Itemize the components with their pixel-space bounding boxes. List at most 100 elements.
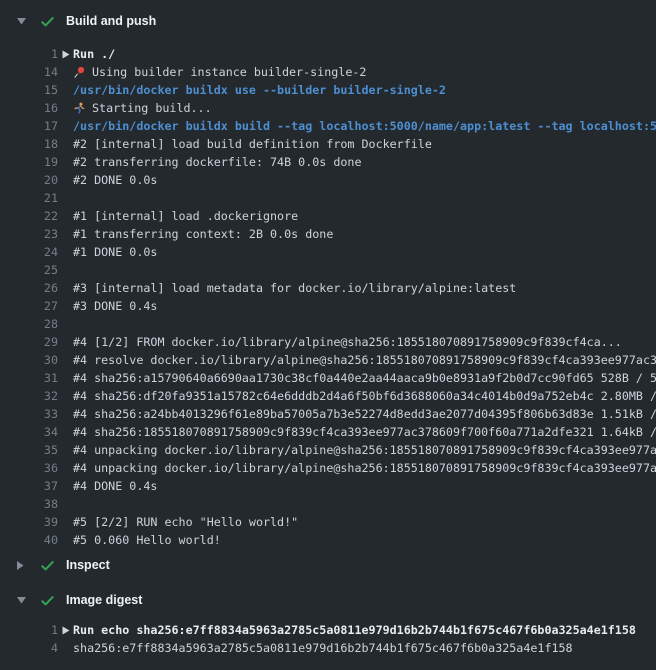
line-number[interactable]: 38 <box>0 495 58 513</box>
line-number[interactable]: 31 <box>0 369 58 387</box>
log-line: 28 <box>0 315 656 333</box>
line-number[interactable]: 14 <box>0 63 58 81</box>
log-line: 17/usr/bin/docker buildx build --tag loc… <box>0 117 656 135</box>
log-text: Run echo sha256:e7ff8834a5963a2785c5a081… <box>73 621 636 639</box>
line-number[interactable]: 16 <box>0 99 58 117</box>
log-line-content: /usr/bin/docker buildx build --tag local… <box>62 117 656 135</box>
line-number[interactable]: 39 <box>0 513 58 531</box>
line-number[interactable]: 20 <box>0 171 58 189</box>
chevron-down-icon[interactable] <box>17 597 29 604</box>
log-line: 27#3 DONE 0.4s <box>0 297 656 315</box>
line-number[interactable]: 1 <box>0 45 58 63</box>
line-number[interactable]: 1 <box>0 621 58 639</box>
log-text: #5 0.060 Hello world! <box>73 531 221 549</box>
log-line-content: #4 unpacking docker.io/library/alpine@sh… <box>62 441 656 459</box>
line-number[interactable]: 21 <box>0 189 58 207</box>
log-line-content: Using builder instance builder-single-2 <box>62 63 366 81</box>
log-text: #3 [internal] load metadata for docker.i… <box>73 279 516 297</box>
log-line: 15/usr/bin/docker buildx use --builder b… <box>0 81 656 99</box>
log-text: #4 sha256:df20fa9351a15782c64e6dddb2d4a6… <box>73 387 656 405</box>
log-line-content: #4 sha256:df20fa9351a15782c64e6dddb2d4a6… <box>62 387 656 405</box>
log-text: #4 [1/2] FROM docker.io/library/alpine@s… <box>73 333 622 351</box>
log-line-content: #5 0.060 Hello world! <box>62 531 221 549</box>
line-number[interactable]: 27 <box>0 297 58 315</box>
log-line-content: #4 resolve docker.io/library/alpine@sha2… <box>62 351 656 369</box>
log-section-build-and-push: Build and push 1 Run ./ 14 Using builder ins… <box>0 12 656 549</box>
expand-run-icon[interactable] <box>62 50 73 59</box>
log-line: 1 Run ./ <box>0 45 656 63</box>
log-text: Using builder instance builder-single-2 <box>92 63 366 81</box>
line-number[interactable]: 23 <box>0 225 58 243</box>
log-line: 35 #4 unpacking docker.io/library/alpine@… <box>0 441 656 459</box>
line-number[interactable]: 17 <box>0 117 58 135</box>
line-number[interactable]: 29 <box>0 333 58 351</box>
log-line-content: #4 sha256:a24bb4013296f61e89ba57005a7b3e… <box>62 405 656 423</box>
log-text: /usr/bin/docker buildx use --builder bui… <box>73 81 446 99</box>
log-text: sha256:e7ff8834a5963a2785c5a0811e979d16b… <box>73 639 573 657</box>
log-line-content: #4 unpacking docker.io/library/alpine@sh… <box>62 459 656 477</box>
log-text: #1 transferring context: 2B 0.0s done <box>73 225 333 243</box>
log-line: 25 <box>0 261 656 279</box>
section-title: Image digest <box>66 593 142 607</box>
line-number[interactable]: 36 <box>0 459 58 477</box>
section-content-image-digest: 1 Run echo sha256:e7ff8834a5963a2785c5a08… <box>0 621 656 657</box>
log-line-content <box>62 189 73 207</box>
pushpin-icon <box>73 66 92 79</box>
runner-icon <box>73 102 92 115</box>
line-number[interactable]: 37 <box>0 477 58 495</box>
line-number[interactable]: 24 <box>0 243 58 261</box>
workflow-log: Build and push1Run ./14Using builder ins… <box>0 12 656 657</box>
log-text: #4 DONE 0.4s <box>73 477 157 495</box>
log-line-content <box>62 261 73 279</box>
section-title: Build and push <box>66 14 156 28</box>
log-text: #1 DONE 0.0s <box>73 243 157 261</box>
log-line-content: #4 DONE 0.4s <box>62 477 157 495</box>
line-number[interactable]: 40 <box>0 531 58 549</box>
chevron-right-icon[interactable] <box>17 561 29 570</box>
log-text: #4 sha256:185518070891758909c9f839cf4ca3… <box>73 423 656 441</box>
line-number[interactable]: 35 <box>0 441 58 459</box>
log-line: 19 #2 transferring dockerfile: 74B 0.0s d… <box>0 153 656 171</box>
section-header-build-and-push[interactable]: Build and push <box>0 12 656 30</box>
line-number[interactable]: 18 <box>0 135 58 153</box>
log-line: 40 #5 0.060 Hello world! <box>0 531 656 549</box>
log-line: 4 sha256:e7ff8834a5963a2785c5a0811e979d16… <box>0 639 656 657</box>
line-number[interactable]: 15 <box>0 81 58 99</box>
line-number[interactable]: 33 <box>0 405 58 423</box>
log-text: #4 unpacking docker.io/library/alpine@sh… <box>73 441 656 459</box>
chevron-down-icon[interactable] <box>17 18 29 25</box>
check-icon <box>40 14 55 29</box>
log-line-content: #1 [internal] load .dockerignore <box>62 207 298 225</box>
log-text: #5 [2/2] RUN echo "Hello world!" <box>73 513 298 531</box>
log-line: 24 #1 DONE 0.0s <box>0 243 656 261</box>
log-text: #2 transferring dockerfile: 74B 0.0s don… <box>73 153 362 171</box>
log-line-content <box>62 315 73 333</box>
log-line: 36#4 unpacking docker.io/library/alpine@… <box>0 459 656 477</box>
log-line: 26 #3 [internal] load metadata for docker… <box>0 279 656 297</box>
log-line-content: #2 transferring dockerfile: 74B 0.0s don… <box>62 153 362 171</box>
line-number[interactable]: 22 <box>0 207 58 225</box>
line-number[interactable]: 32 <box>0 387 58 405</box>
log-line: 20 #2 DONE 0.0s <box>0 171 656 189</box>
section-header-image-digest[interactable]: Image digest <box>0 591 656 609</box>
log-line: 23 #1 transferring context: 2B 0.0s done <box>0 225 656 243</box>
log-text: #2 DONE 0.0s <box>73 171 157 189</box>
log-text: /usr/bin/docker buildx build --tag local… <box>73 117 656 135</box>
log-line-content: /usr/bin/docker buildx use --builder bui… <box>62 81 446 99</box>
log-line-content <box>62 495 73 513</box>
expand-run-icon[interactable] <box>62 626 73 635</box>
line-number[interactable]: 34 <box>0 423 58 441</box>
line-number[interactable]: 25 <box>0 261 58 279</box>
log-line-content: sha256:e7ff8834a5963a2785c5a0811e979d16b… <box>62 639 573 657</box>
line-number[interactable]: 19 <box>0 153 58 171</box>
section-header-inspect[interactable]: Inspect <box>0 556 656 574</box>
section-title: Inspect <box>66 558 110 572</box>
line-number[interactable]: 28 <box>0 315 58 333</box>
log-line: 1 Run echo sha256:e7ff8834a5963a2785c5a08… <box>0 621 656 639</box>
line-number[interactable]: 30 <box>0 351 58 369</box>
log-line-content: Run ./ <box>62 45 115 63</box>
line-number[interactable]: 4 <box>0 639 58 657</box>
log-section-image-digest: Image digest 1 Run echo sha256:e7ff8834a59… <box>0 591 656 657</box>
line-number[interactable]: 26 <box>0 279 58 297</box>
log-text: Run ./ <box>73 45 115 63</box>
